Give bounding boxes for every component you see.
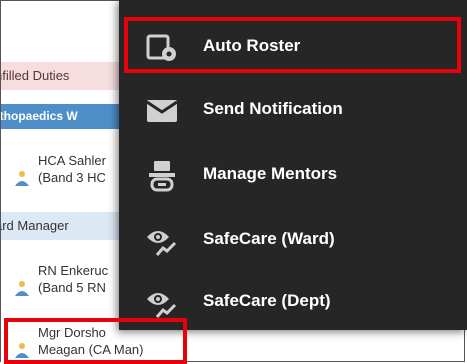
person-icon	[15, 171, 29, 186]
menu-item-send-notification[interactable]: Send Notification	[119, 78, 467, 140]
menu-item-label: SafeCare (Ward)	[203, 229, 335, 248]
staff-band: (Band 3 HC	[38, 170, 106, 185]
mentor-link-icon	[149, 161, 175, 192]
unfilled-duties-row[interactable]: nfilled Duties	[1, 62, 126, 90]
unfilled-duties-label: nfilled Duties	[1, 68, 70, 83]
section-ward-manager: ard Manager	[1, 212, 126, 240]
ward-header-label: rthopaedics W	[1, 109, 78, 123]
highlight-box-auto-roster	[124, 17, 461, 73]
ward-header-row: rthopaedics W	[1, 104, 126, 129]
menu-item-label: SafeCare (Dept)	[203, 291, 331, 310]
staff-band: (Band 5 RN	[38, 280, 106, 295]
highlight-box-mgr-dorsho	[4, 318, 187, 364]
staff-row-sahler[interactable]: HCA Sahler (Band 3 HC	[14, 152, 126, 192]
section-ward-manager-label: ard Manager	[1, 218, 69, 233]
safecare-icon	[147, 231, 177, 256]
staff-name: HCA Sahler	[38, 153, 106, 168]
menu-item-label: Manage Mentors	[203, 164, 338, 183]
envelope-icon	[146, 100, 178, 122]
person-icon	[15, 281, 29, 296]
staff-name: RN Enkeruc	[38, 263, 109, 278]
safecare-icon	[147, 293, 177, 318]
staff-row-enkerud[interactable]: RN Enkeruc (Band 5 RN	[14, 262, 126, 302]
menu-item-manage-mentors[interactable]: Manage Mentors	[119, 143, 467, 205]
menu-item-label: Send Notification	[203, 99, 343, 118]
menu-item-safecare-ward[interactable]: SafeCare (Ward)	[119, 208, 467, 270]
